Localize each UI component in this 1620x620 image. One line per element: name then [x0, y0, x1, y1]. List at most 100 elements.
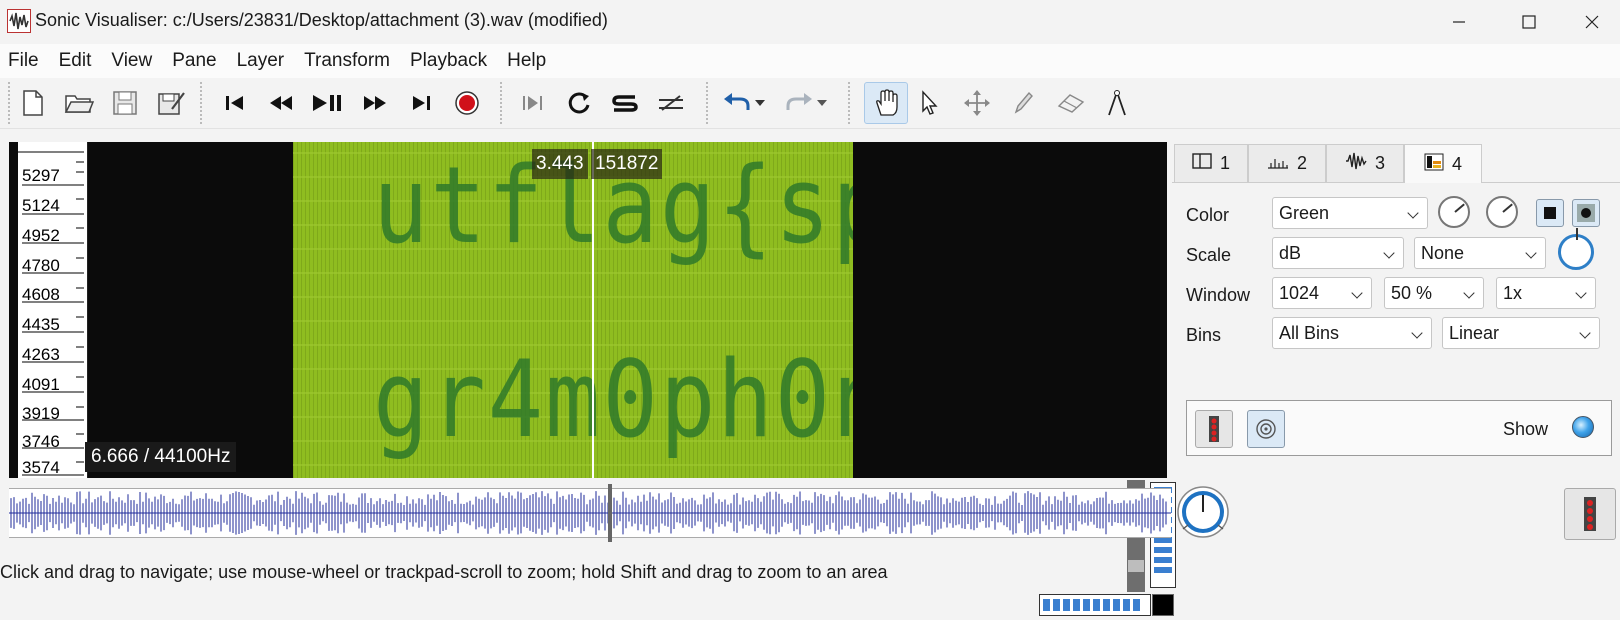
tab-label: 2	[1296, 153, 1307, 173]
menu-file[interactable]: File	[0, 50, 51, 72]
bins-select[interactable]: All Bins	[1272, 317, 1432, 349]
spectrogram-hidden-text-bottom: gr4m0ph0n3}	[373, 338, 853, 462]
loop-icon[interactable]	[560, 84, 598, 122]
play-selection-icon[interactable]	[514, 84, 552, 122]
waveform-icon	[1345, 152, 1367, 175]
window-overlap-select[interactable]: 50 %	[1384, 277, 1484, 309]
scale-label: Scale	[1186, 245, 1232, 265]
tab-2[interactable]: 2	[1248, 144, 1326, 182]
scale-select[interactable]: dB	[1272, 237, 1404, 269]
play-pause-icon[interactable]	[308, 84, 346, 122]
toolbar-separator	[848, 82, 850, 124]
zoom-reset-button[interactable]	[1152, 594, 1174, 616]
overview-waveform[interactable]	[9, 488, 1171, 538]
rewind-icon[interactable]	[262, 84, 300, 122]
threshold-dial[interactable]	[1486, 196, 1518, 228]
stack-icon	[1209, 416, 1219, 442]
layer-control-box: Show	[1186, 400, 1612, 456]
undo-menu-arrow[interactable]	[752, 84, 768, 122]
cursor-frame-readout: 151872	[591, 149, 663, 179]
show-toggle[interactable]	[1572, 416, 1594, 438]
normalize-select[interactable]: None	[1414, 237, 1546, 269]
tab-4[interactable]: 4	[1404, 144, 1482, 183]
frequency-scale-select[interactable]: Linear	[1442, 317, 1600, 349]
maximize-button[interactable]	[1494, 0, 1564, 44]
overview-layer-button[interactable]	[1564, 488, 1616, 540]
horizontal-meter-bars	[1043, 599, 1140, 611]
layer-monitor-button[interactable]	[1247, 410, 1285, 448]
waveform-trace	[9, 491, 1171, 535]
open-file-icon[interactable]	[60, 84, 98, 122]
toolbar-separator	[706, 82, 708, 124]
toolbar	[0, 78, 1620, 129]
chevron-down-icon	[1525, 247, 1537, 259]
record-icon[interactable]	[448, 84, 486, 122]
show-label: Show	[1503, 419, 1549, 439]
select-tool-icon[interactable]	[910, 84, 948, 122]
menu-view[interactable]: View	[103, 50, 164, 72]
move-tool-icon[interactable]	[958, 84, 996, 122]
overview-position-marker[interactable]	[608, 484, 612, 542]
minimize-button[interactable]	[1424, 0, 1494, 44]
horizontal-zoom-meter[interactable]	[1039, 594, 1151, 616]
save-icon[interactable]	[106, 84, 144, 122]
window-size-select[interactable]: 1024	[1272, 277, 1372, 309]
tab-3[interactable]: 3	[1326, 144, 1404, 182]
save-as-icon[interactable]	[152, 84, 190, 122]
stack-icon	[1584, 497, 1596, 531]
normalize-select-value: None	[1421, 243, 1465, 263]
forward-end-icon[interactable]	[402, 84, 440, 122]
menu-pane[interactable]: Pane	[164, 50, 228, 72]
draw-tool-icon[interactable]	[1004, 84, 1042, 122]
bins-label: Bins	[1186, 325, 1222, 345]
scale-select-value: dB	[1279, 243, 1302, 263]
oversample-select[interactable]: 1x	[1496, 277, 1596, 309]
toolbar-separator	[8, 82, 10, 124]
colour-rotation-dial[interactable]	[1558, 228, 1594, 270]
erase-tool-icon[interactable]	[1052, 84, 1090, 122]
menu-layer[interactable]: Layer	[229, 50, 297, 72]
playback-cursor[interactable]	[592, 142, 594, 478]
toolbar-separator	[500, 82, 502, 124]
layer-tabs: 1 2 3 4	[1172, 144, 1620, 183]
color-label: Color	[1186, 205, 1230, 225]
tab-1[interactable]: 1	[1174, 144, 1248, 182]
menu-edit[interactable]: Edit	[51, 50, 104, 72]
blur-icon	[1577, 204, 1595, 222]
measure-tool-icon[interactable]	[1098, 84, 1136, 122]
fast-forward-icon[interactable]	[356, 84, 394, 122]
color-select[interactable]: Green	[1272, 197, 1428, 229]
menu-transform[interactable]: Transform	[296, 50, 402, 72]
frequency-ruler	[18, 151, 84, 476]
redo-menu-arrow[interactable]	[814, 84, 830, 122]
navigate-tool-icon[interactable]	[864, 82, 908, 124]
menu-help[interactable]: Help	[499, 50, 558, 72]
spectrogram-icon	[1424, 153, 1444, 176]
undo-icon[interactable]	[718, 84, 756, 122]
smooth-button[interactable]	[1572, 199, 1600, 227]
gain-dial[interactable]	[1438, 196, 1470, 228]
window-label: Window	[1186, 285, 1251, 305]
close-button[interactable]	[1563, 0, 1620, 44]
status-bar: Click and drag to navigate; use mouse-wh…	[0, 562, 888, 582]
spectrogram-region[interactable]: utflag{sp3tr0 gr4m0ph0n3}	[293, 142, 853, 478]
cursor-time-readout: 3.443	[532, 149, 588, 179]
square-icon	[1544, 207, 1556, 219]
rewind-start-icon[interactable]	[216, 84, 254, 122]
tab-label: 1	[1219, 153, 1230, 173]
new-file-icon[interactable]	[14, 84, 52, 122]
redo-icon[interactable]	[780, 84, 818, 122]
spectrogram-pane[interactable]: 5297 5124 4952 4780 4608 4435 4263 4091 …	[9, 142, 1176, 616]
menu-playback[interactable]: Playback	[402, 50, 499, 72]
playback-speed-dial[interactable]	[1176, 485, 1230, 539]
window-size-value: 1024	[1279, 283, 1320, 303]
invert-button[interactable]	[1536, 199, 1564, 227]
oversample-value: 1x	[1503, 283, 1523, 303]
color-select-value: Green	[1279, 203, 1330, 223]
window-overlap-value: 50 %	[1391, 283, 1433, 303]
menu-bar: File Edit View Pane Layer Transform Play…	[0, 44, 1620, 78]
align-icon[interactable]	[652, 84, 690, 122]
layer-play-button[interactable]	[1195, 410, 1233, 448]
sample-rate-label: 6.666 / 44100Hz	[85, 442, 237, 472]
solo-icon[interactable]	[606, 84, 644, 122]
